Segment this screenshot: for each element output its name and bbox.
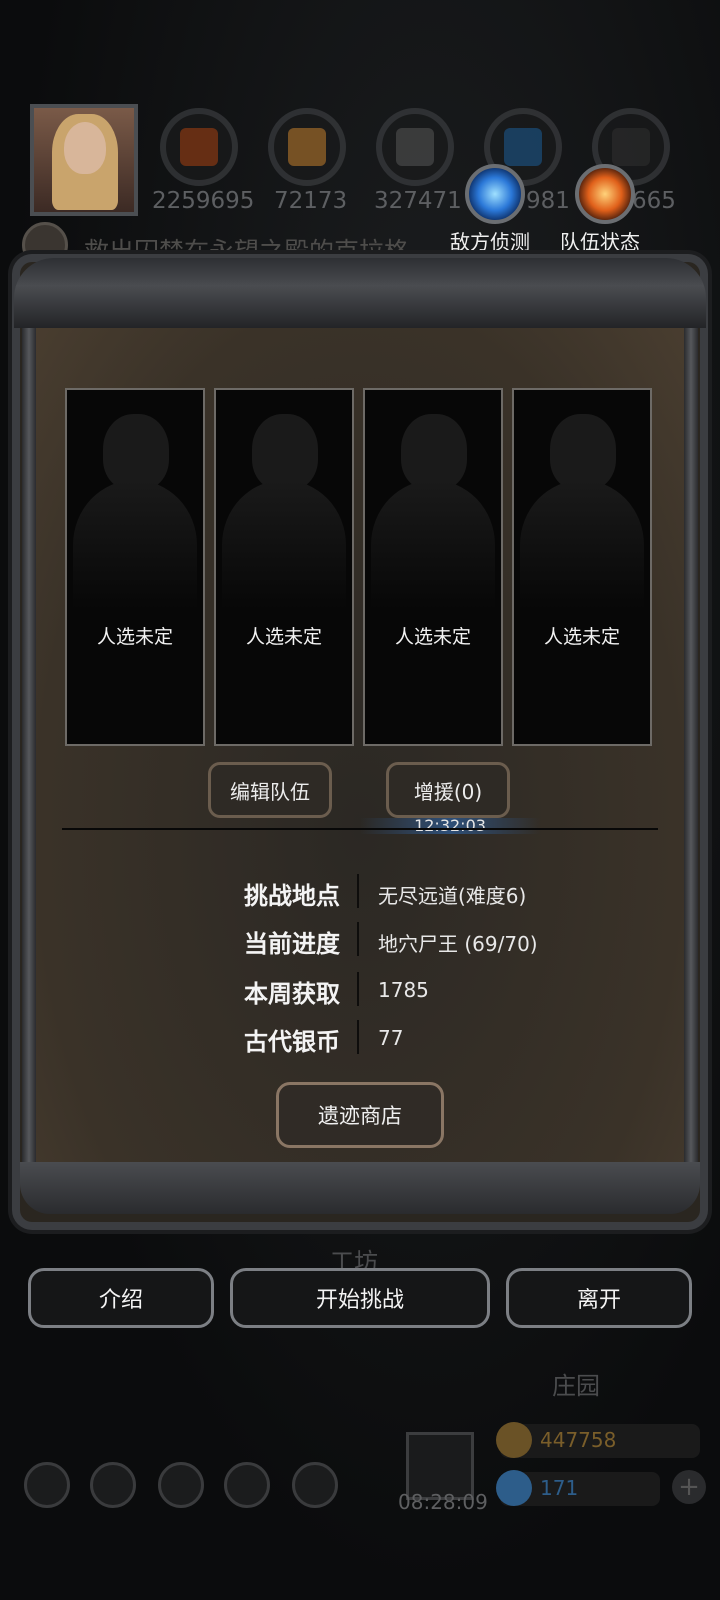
iron-icon bbox=[376, 108, 454, 186]
silhouette-icon bbox=[103, 414, 169, 490]
edit-team-button[interactable]: 编辑队伍 bbox=[208, 762, 332, 818]
gem-icon bbox=[496, 1470, 532, 1506]
resource-value-wood: 72173 bbox=[274, 188, 348, 214]
wood-icon bbox=[268, 108, 346, 186]
gift-timer: 08:28:09 bbox=[398, 1490, 488, 1514]
team-slot-4[interactable]: 人选未定 bbox=[512, 388, 652, 746]
info-separator bbox=[357, 1020, 359, 1054]
resource-value-coal: 665 bbox=[632, 188, 676, 214]
resource-value-ore: 2259695 bbox=[152, 188, 255, 214]
info-label-location: 挑战地点 bbox=[244, 882, 340, 910]
info-value-coins: 77 bbox=[378, 1026, 404, 1050]
ranking-icon[interactable] bbox=[158, 1462, 204, 1508]
gold-coin-icon bbox=[496, 1422, 532, 1458]
avatar-face bbox=[64, 122, 106, 174]
silhouette-icon bbox=[252, 414, 318, 490]
resource-value-crystal: 981 bbox=[526, 188, 570, 214]
silhouette-body bbox=[371, 480, 495, 610]
info-separator bbox=[357, 972, 359, 1006]
info-separator bbox=[357, 874, 359, 908]
team-status-button[interactable]: 队伍状态 bbox=[560, 226, 640, 255]
ornate-frame-bottom bbox=[20, 1162, 700, 1214]
ornate-frame-top bbox=[14, 258, 706, 328]
silhouette-body bbox=[222, 480, 346, 610]
frame-right bbox=[684, 300, 698, 1180]
slot-label: 人选未定 bbox=[394, 626, 471, 648]
info-label-weekly: 本周获取 bbox=[244, 980, 340, 1008]
slot-label: 人选未定 bbox=[96, 626, 173, 648]
info-separator bbox=[357, 922, 359, 956]
reinforce-button[interactable]: 增援(0) bbox=[386, 762, 510, 818]
slot-label: 人选未定 bbox=[543, 626, 620, 648]
silhouette-icon bbox=[401, 414, 467, 490]
gold-value: 447758 bbox=[540, 1428, 617, 1452]
silhouette-body bbox=[520, 480, 644, 610]
leave-button[interactable]: 离开 bbox=[506, 1268, 692, 1328]
info-value-progress: 地穴尸王 (69/70) bbox=[378, 932, 538, 956]
info-value-weekly: 1785 bbox=[378, 978, 429, 1002]
silhouette-body bbox=[73, 480, 197, 610]
gem-value: 171 bbox=[540, 1476, 579, 1500]
ruins-shop-button[interactable]: 遗迹商店 bbox=[276, 1082, 444, 1148]
enemy-scout-button[interactable]: 敌方侦测 bbox=[450, 226, 530, 255]
team-slot-1[interactable]: 人选未定 bbox=[65, 388, 205, 746]
team-status-icon[interactable] bbox=[575, 164, 635, 224]
info-label-coins: 古代银币 bbox=[244, 1028, 340, 1056]
mail-icon[interactable] bbox=[224, 1462, 270, 1508]
player-avatar[interactable] bbox=[30, 104, 138, 216]
silhouette-icon bbox=[550, 414, 616, 490]
frame-left bbox=[22, 300, 36, 1180]
settings-icon[interactable] bbox=[24, 1462, 70, 1508]
resource-value-iron: 327471 bbox=[374, 188, 462, 214]
start-challenge-button[interactable]: 开始挑战 bbox=[230, 1268, 490, 1328]
ore-icon bbox=[160, 108, 238, 186]
medal-icon[interactable] bbox=[90, 1462, 136, 1508]
town-label-manor[interactable]: 庄园 bbox=[552, 1366, 600, 1401]
panel-divider bbox=[62, 828, 658, 830]
team-slot-2[interactable]: 人选未定 bbox=[214, 388, 354, 746]
chat-icon[interactable] bbox=[292, 1462, 338, 1508]
info-label-progress: 当前进度 bbox=[244, 930, 340, 958]
add-currency-icon[interactable]: + bbox=[672, 1470, 706, 1504]
enemy-scout-icon[interactable] bbox=[465, 164, 525, 224]
intro-button[interactable]: 介绍 bbox=[28, 1268, 214, 1328]
team-slot-3[interactable]: 人选未定 bbox=[363, 388, 503, 746]
slot-label: 人选未定 bbox=[245, 626, 322, 648]
info-value-location: 无尽远道(难度6) bbox=[378, 884, 527, 908]
reinforce-timer: 12:32:03 bbox=[414, 816, 486, 835]
